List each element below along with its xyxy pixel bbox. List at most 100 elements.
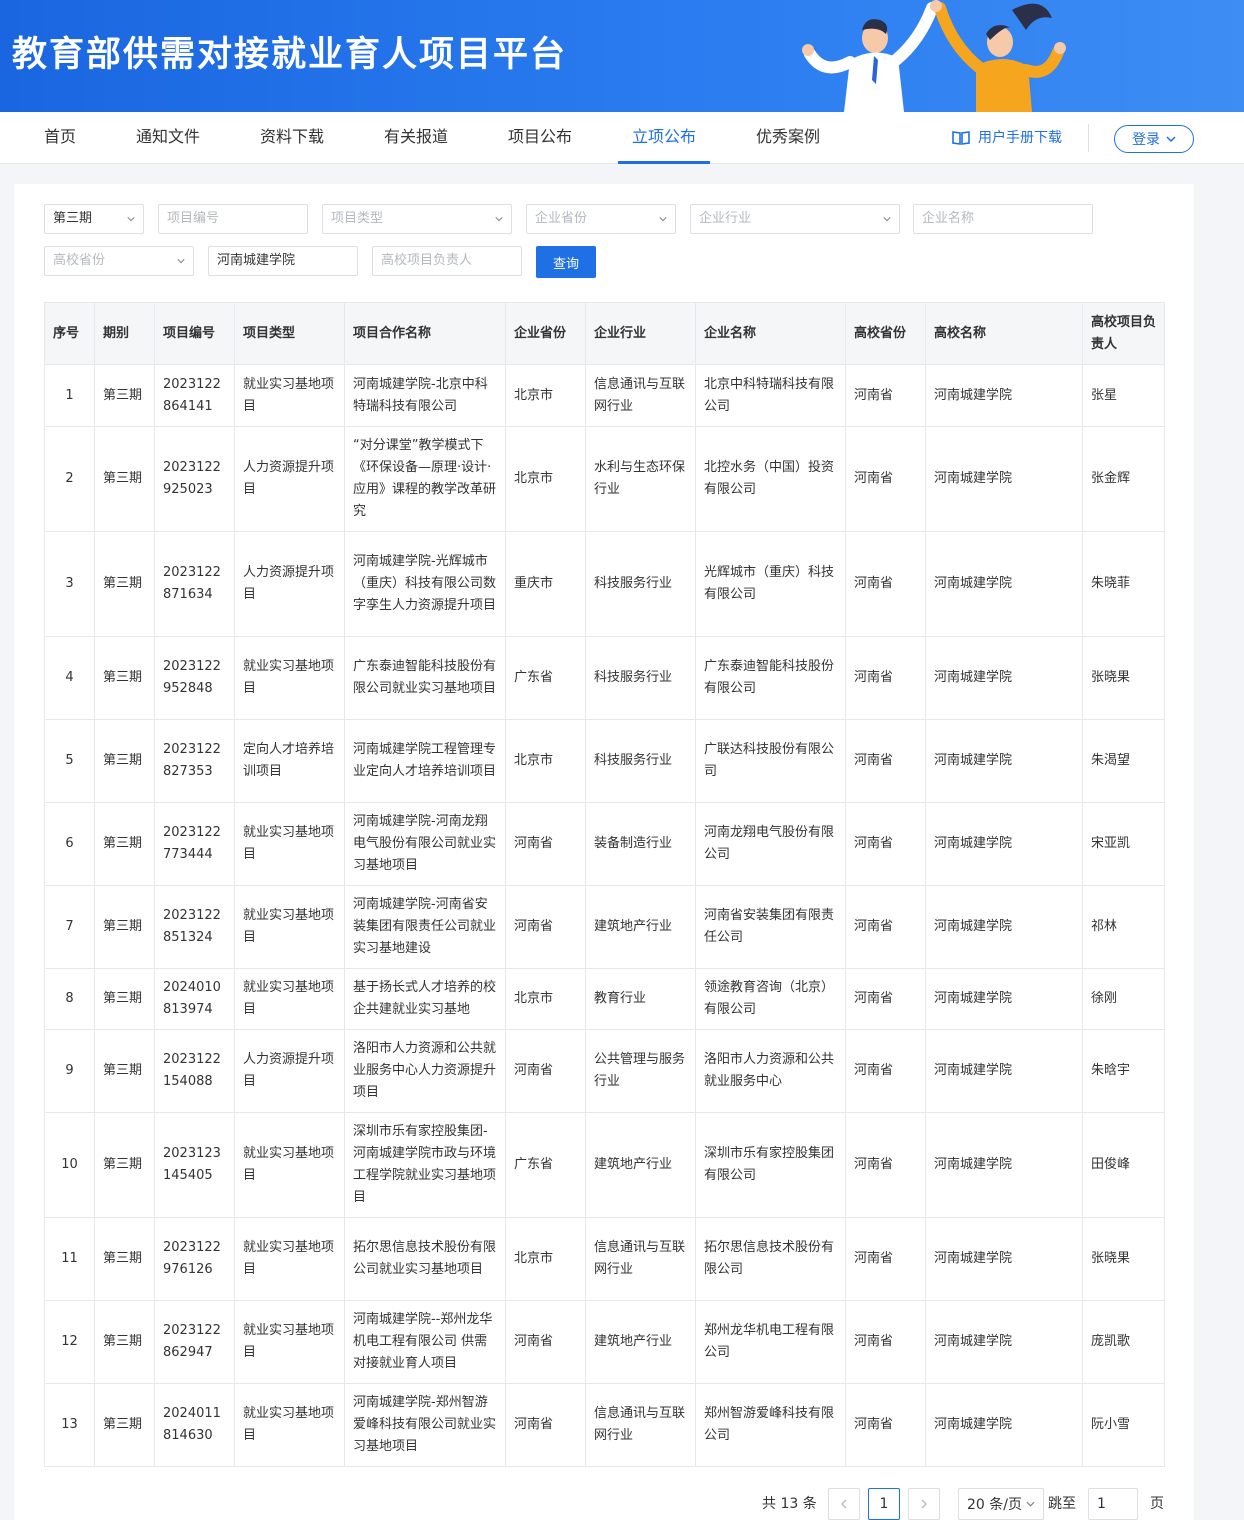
page-size-select[interactable]: 20 条/页 [958,1488,1044,1520]
col-project-no-cell: 2023122976126 [154,1217,235,1301]
col-index-cell: 9 [44,1029,95,1113]
col-project-no-cell: 2023122827353 [154,719,235,803]
col-period-header: 期别 [94,302,155,365]
col-school-name-cell: 河南城建学院 [925,1112,1083,1218]
login-button[interactable]: 登录 [1114,125,1194,153]
nav-item-notices[interactable]: 通知文件 [136,112,200,164]
col-project-name-cell: 河南城建学院工程管理专业定向人才培养培训项目 [344,719,506,803]
manual-download-link[interactable]: 用户手册下载 [952,112,1062,164]
site-title: 教育部供需对接就业育人项目平台 [12,35,568,75]
project-type-placeholder: 项目类型 [331,211,384,226]
col-project-type-header: 项目类型 [234,302,345,365]
col-project-type-cell: 就业实习基地项目 [234,364,345,427]
company-industry-select[interactable]: 企业行业 [690,204,900,234]
col-project-name-cell: 河南城建学院-北京中科特瑞科技有限公司 [344,364,506,427]
col-school-lead-cell: 徐刚 [1082,968,1165,1030]
col-school-lead-cell: 张金辉 [1082,426,1165,532]
query-button[interactable]: 查询 [536,246,596,278]
school-lead-input[interactable]: 高校项目负责人 [372,246,522,276]
col-project-no-cell: 2023122851324 [154,885,235,969]
col-project-type-cell: 就业实习基地项目 [234,1383,345,1467]
projects-table: 序号 期别 项目编号 项目类型 项目合作名称 企业省份 企业行业 企业名称 高校省份 高校名称 高校… [44,302,1165,1467]
col-school-name-cell: 河南城建学院 [925,1217,1083,1301]
col-period-cell: 第三期 [94,1112,155,1218]
school-province-select[interactable]: 高校省份 [44,246,194,276]
page-suffix-label: 页 [1150,1496,1164,1512]
nav-item-home[interactable]: 首页 [44,112,76,164]
page-size-value: 20 条/页 [967,1497,1022,1513]
next-page-button[interactable] [908,1488,940,1520]
col-period-cell: 第三期 [94,636,155,720]
col-company-province-header: 企业省份 [505,302,586,365]
col-company-province-cell: 北京市 [505,1217,586,1301]
col-company-name-cell: 洛阳市人力资源和公共就业服务中心 [695,1029,846,1113]
header-banner: 教育部供需对接就业育人项目平台 [0,0,1244,112]
col-project-type-cell: 就业实习基地项目 [234,636,345,720]
col-school-province-header: 高校省份 [845,302,926,365]
col-company-province-cell: 北京市 [505,364,586,427]
col-company-name-cell: 拓尔思信息技术股份有限公司 [695,1217,846,1301]
col-project-no-cell: 2023123145405 [154,1112,235,1218]
col-project-type-cell: 人力资源提升项目 [234,531,345,637]
period-value: 第三期 [53,211,93,226]
col-school-name-cell: 河南城建学院 [925,968,1083,1030]
col-company-province-cell: 河南省 [505,1029,586,1113]
chevron-down-icon [883,217,891,222]
col-project-no-cell: 2023122871634 [154,531,235,637]
table-row: 2 第三期 2023122925023 人力资源提升项目 “对分课堂”教学模式下《环保设… [44,426,1165,532]
col-period-cell: 第三期 [94,1029,155,1113]
table-header-row: 序号 期别 项目编号 项目类型 项目合作名称 企业省份 企业行业 企业名称 高校省份 高校名称 高校… [44,302,1165,365]
nav-item-projects[interactable]: 项目公布 [508,112,572,164]
col-company-name-cell: 光辉城市（重庆）科技有限公司 [695,531,846,637]
col-project-name-cell: 河南城建学院-郑州智游爱峰科技有限公司就业实习基地项目 [344,1383,506,1467]
col-company-name-cell: 郑州智游爱峰科技有限公司 [695,1383,846,1467]
col-project-name-cell: 洛阳市人力资源和公共就业服务中心人力资源提升项目 [344,1029,506,1113]
company-industry-placeholder: 企业行业 [699,211,752,226]
col-project-name-cell: 基于扬长式人才培养的校企共建就业实习基地 [344,968,506,1030]
col-company-province-cell: 北京市 [505,719,586,803]
nav-item-cases[interactable]: 优秀案例 [756,112,820,164]
nav-item-downloads[interactable]: 资料下载 [260,112,324,164]
col-project-name-cell: 拓尔思信息技术股份有限公司就业实习基地项目 [344,1217,506,1301]
col-school-lead-cell: 张晓果 [1082,636,1165,720]
col-school-name-cell: 河南城建学院 [925,1029,1083,1113]
col-school-province-cell: 河南省 [845,1383,926,1467]
nav-item-reports[interactable]: 有关报道 [384,112,448,164]
col-school-lead-cell: 阮小雪 [1082,1383,1165,1467]
col-project-type-cell: 就业实习基地项目 [234,1300,345,1384]
col-school-province-cell: 河南省 [845,636,926,720]
company-name-input[interactable]: 企业名称 [913,204,1093,234]
company-province-select[interactable]: 企业省份 [526,204,676,234]
project-no-input[interactable]: 项目编号 [158,204,308,234]
page-number-button[interactable]: 1 [868,1488,900,1520]
col-project-name-cell: 河南城建学院-河南省安装集团有限责任公司就业实习基地建设 [344,885,506,969]
col-company-industry-cell: 信息通讯与互联网行业 [585,1217,696,1301]
prev-page-button[interactable] [828,1488,860,1520]
col-school-name-cell: 河南城建学院 [925,1383,1083,1467]
col-project-type-cell: 就业实习基地项目 [234,968,345,1030]
main-nav: 首页 通知文件 资料下载 有关报道 项目公布 立项公布 优秀案例 用户手册下载 … [0,112,1244,164]
col-school-name-cell: 河南城建学院 [925,719,1083,803]
table-row: 12 第三期 2023122862947 就业实习基地项目 河南城建学院--郑州龙华机电… [44,1300,1165,1384]
banner-illustration-icon [802,0,1066,112]
company-province-placeholder: 企业省份 [535,211,588,226]
col-period-cell: 第三期 [94,1383,155,1467]
period-select[interactable]: 第三期 [44,204,144,234]
col-project-no-cell: 2024010813974 [154,968,235,1030]
col-school-name-cell: 河南城建学院 [925,802,1083,886]
table-row: 11 第三期 2023122976126 就业实习基地项目 拓尔思信息技术股份有限公司就… [44,1217,1165,1301]
project-type-select[interactable]: 项目类型 [322,204,512,234]
school-name-input[interactable]: 河南城建学院 [208,246,358,276]
col-school-lead-cell: 祁林 [1082,885,1165,969]
col-company-industry-cell: 教育行业 [585,968,696,1030]
col-project-name-cell: 河南城建学院--郑州龙华机电工程有限公司 供需对接就业育人项目 [344,1300,506,1384]
col-project-name-cell: 广东泰迪智能科技股份有限公司就业实习基地项目 [344,636,506,720]
jump-page-input[interactable]: 1 [1088,1488,1138,1520]
col-project-name-cell: 河南城建学院-光辉城市（重庆）科技有限公司数字孪生人力资源提升项目 [344,531,506,637]
col-company-name-cell: 领途教育咨询（北京）有限公司 [695,968,846,1030]
nav-item-approvals[interactable]: 立项公布 [618,112,710,164]
table-row: 13 第三期 2024011814630 就业实习基地项目 河南城建学院-郑州智游爱峰科… [44,1383,1165,1467]
chevron-right-icon [921,1499,927,1509]
col-company-industry-cell: 建筑地产行业 [585,1300,696,1384]
col-school-name-cell: 河南城建学院 [925,885,1083,969]
